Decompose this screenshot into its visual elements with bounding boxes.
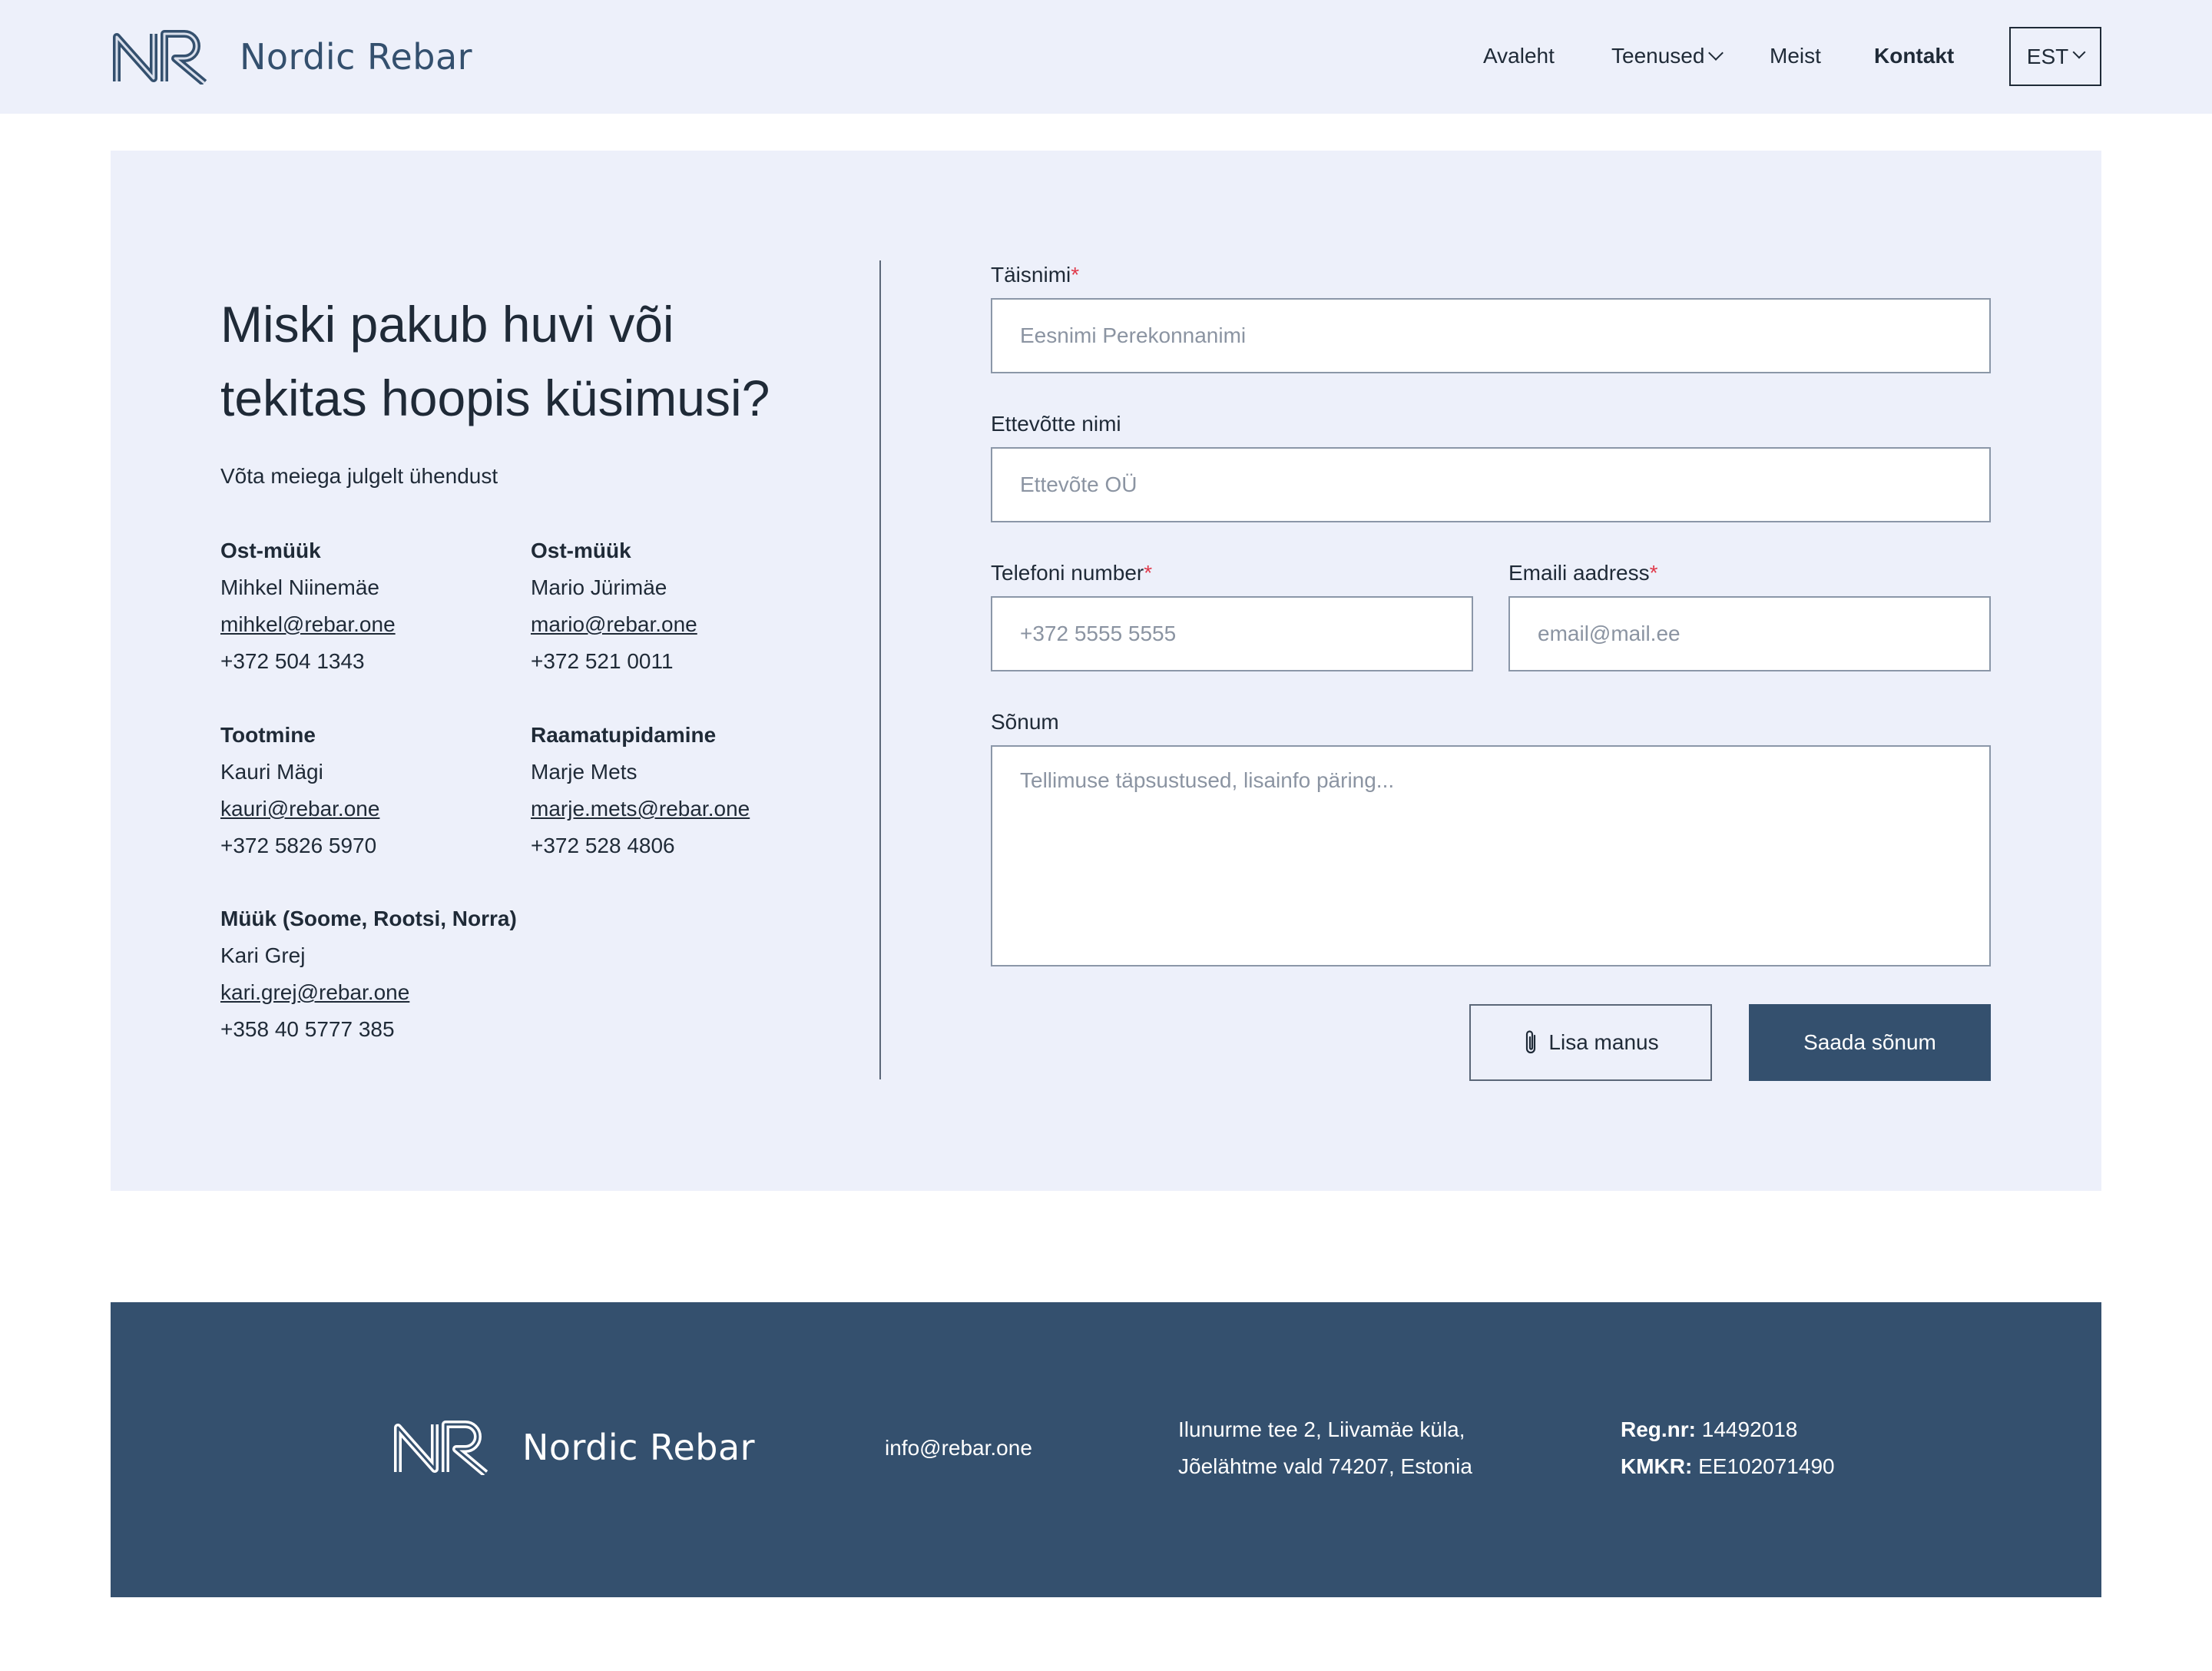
chevron-down-icon: [1708, 45, 1724, 61]
nav-item-teenused[interactable]: Teenused: [1611, 43, 1724, 69]
brand-name: Nordic Rebar: [240, 36, 473, 78]
email-label: Emaili aadress*: [1508, 561, 1658, 585]
contact-email-link[interactable]: mihkel@rebar.one: [220, 606, 396, 643]
language-label: EST: [2026, 44, 2069, 68]
contact-email-link[interactable]: marje.mets@rebar.one: [531, 791, 750, 827]
contact-card: Tootmine Kauri Mägi kauri@rebar.one +372…: [220, 717, 379, 864]
reg-number: Reg.nr: 14492018: [1621, 1411, 1835, 1448]
message-textarea[interactable]: [991, 745, 1991, 966]
fullname-input[interactable]: [991, 298, 1991, 373]
page-title: Miski pakub huvi või tekitas hoopis küsi…: [220, 287, 835, 435]
required-mark: *: [1649, 561, 1658, 585]
paperclip-icon: [1526, 1030, 1536, 1054]
nav-item-avaleht[interactable]: Avaleht: [1483, 43, 1555, 69]
fullname-label: Täisnimi*: [991, 263, 1079, 287]
company-input[interactable]: [991, 447, 1991, 522]
contact-role: Raamatupidamine: [531, 723, 717, 747]
send-message-button[interactable]: Saada sõnum: [1749, 1004, 1991, 1081]
title-line-2: tekitas hoopis küsimusi?: [220, 370, 770, 426]
contact-phone: +372 5826 5970: [220, 834, 377, 857]
contact-email-link[interactable]: kari.grej@rebar.one: [220, 974, 517, 1011]
kmkr-value: EE102071490: [1698, 1454, 1835, 1478]
address-line-2: Jõelähtme vald 74207, Estonia: [1178, 1454, 1472, 1478]
contact-email-link[interactable]: mario@rebar.one: [531, 606, 697, 643]
nr-logo-icon: [113, 30, 207, 85]
kmkr-number: KMKR: EE102071490: [1621, 1448, 1835, 1485]
kmkr-label: KMKR:: [1621, 1454, 1693, 1478]
message-label: Sõnum: [991, 710, 1059, 734]
contact-panel: Miski pakub huvi või tekitas hoopis küsi…: [111, 151, 2101, 1191]
phone-input[interactable]: [991, 596, 1473, 671]
nr-logo-icon: [394, 1421, 488, 1475]
contact-phone: +372 521 0011: [531, 649, 674, 673]
brand-logo-link[interactable]: Nordic Rebar: [111, 28, 472, 86]
company-label: Ettevõtte nimi: [991, 412, 1121, 436]
language-selector[interactable]: EST: [2009, 27, 2101, 86]
reg-label: Reg.nr:: [1621, 1417, 1696, 1441]
required-mark: *: [1144, 561, 1153, 585]
contact-name: Marje Mets: [531, 760, 637, 784]
contact-role: Müük (Soome, Rootsi, Norra): [220, 907, 517, 930]
contact-name: Mario Jürimäe: [531, 575, 667, 599]
contact-phone: +358 40 5777 385: [220, 1017, 395, 1041]
add-attachment-button[interactable]: Lisa manus: [1469, 1004, 1712, 1081]
contact-phone: +372 504 1343: [220, 649, 365, 673]
email-label-text: Emaili aadress: [1508, 561, 1650, 585]
page-subtitle: Võta meiega julgelt ühendust: [220, 464, 498, 488]
contact-role: Ost-müük: [531, 539, 631, 562]
contact-name: Kauri Mägi: [220, 760, 323, 784]
required-mark: *: [1071, 263, 1080, 287]
vertical-divider: [879, 260, 881, 1079]
nav-item-label: Teenused: [1611, 44, 1705, 68]
contact-role: Tootmine: [220, 723, 316, 747]
add-attachment-label: Lisa manus: [1548, 1030, 1659, 1054]
contact-email-link[interactable]: kauri@rebar.one: [220, 791, 379, 827]
title-line-1: Miski pakub huvi või: [220, 296, 674, 353]
site-header: Nordic Rebar Avaleht Teenused Meist Kont…: [0, 0, 2212, 114]
footer-email-link[interactable]: info@rebar.one: [885, 1430, 1032, 1467]
contact-role: Ost-müük: [220, 539, 321, 562]
footer-address: Ilunurme tee 2, Liivamäe küla, Jõelähtme…: [1178, 1411, 1472, 1485]
contact-name: Kari Grej: [220, 943, 306, 967]
contact-card: Müük (Soome, Rootsi, Norra) Kari Grej ka…: [220, 900, 517, 1048]
address-line-1: Ilunurme tee 2, Liivamäe küla,: [1178, 1417, 1465, 1441]
email-input[interactable]: [1508, 596, 1991, 671]
footer-brand-logo-link[interactable]: Nordic Rebar: [392, 1420, 755, 1475]
site-footer: Nordic Rebar info@rebar.one Ilunurme tee…: [111, 1302, 2101, 1597]
nav-item-meist[interactable]: Meist: [1770, 43, 1821, 69]
footer-brand-name: Nordic Rebar: [522, 1427, 756, 1468]
nav-item-kontakt[interactable]: Kontakt: [1874, 43, 1954, 69]
contact-card: Raamatupidamine Marje Mets marje.mets@re…: [531, 717, 750, 864]
reg-value: 14492018: [1701, 1417, 1798, 1441]
phone-label: Telefoni number*: [991, 561, 1152, 585]
contact-phone: +372 528 4806: [531, 834, 675, 857]
contact-card: Ost-müük Mihkel Niinemäe mihkel@rebar.on…: [220, 532, 396, 680]
fullname-label-text: Täisnimi: [991, 263, 1071, 287]
contact-name: Mihkel Niinemäe: [220, 575, 379, 599]
footer-company-info: Reg.nr: 14492018 KMKR: EE102071490: [1621, 1411, 1835, 1485]
chevron-down-icon: [2072, 45, 2086, 58]
phone-label-text: Telefoni number: [991, 561, 1144, 585]
contact-card: Ost-müük Mario Jürimäe mario@rebar.one +…: [531, 532, 697, 680]
